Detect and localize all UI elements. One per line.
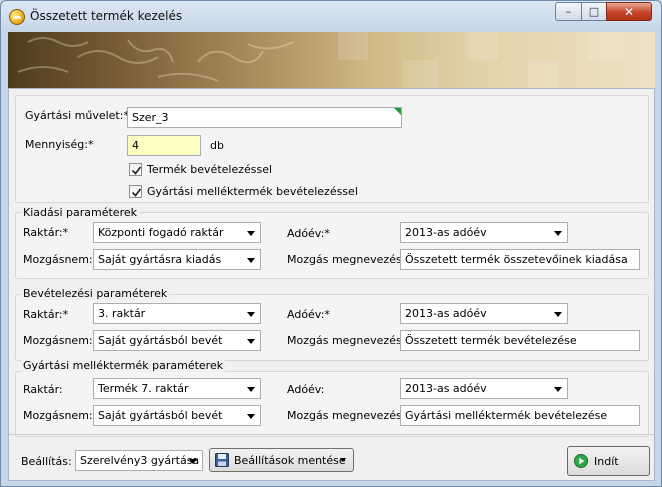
byproduct-movement-value: Saját gyártásból bevét xyxy=(98,409,223,422)
receipt-taxyear-value: 2013-as adóév xyxy=(405,307,487,320)
issue-warehouse-label: Raktár:* xyxy=(23,226,69,239)
receipt-movement-select[interactable]: Saját gyártásból bevét xyxy=(93,330,261,351)
start-label: Indít xyxy=(594,454,619,468)
chevron-down-icon xyxy=(340,458,346,462)
checkmark-icon xyxy=(131,166,142,175)
byproduct-warehouse-label: Raktár: xyxy=(23,383,63,396)
start-button[interactable]: Indít xyxy=(567,446,650,476)
checkbox-box[interactable] xyxy=(129,163,142,176)
dropdown-arrow-icon xyxy=(554,231,562,236)
byproduct-taxyear-select[interactable]: 2013-as adóév xyxy=(400,378,568,399)
quantity-label: Mennyiség:* xyxy=(25,138,94,151)
byproduct-receipt-label: Gyártási melléktermék bevételezéssel xyxy=(147,185,358,198)
issue-params-title: Kiadási paraméterek xyxy=(21,206,139,219)
setting-label: Beállítás: xyxy=(21,455,72,468)
issue-movement-select[interactable]: Saját gyártásra kiadás xyxy=(93,249,261,270)
byproduct-movement-select[interactable]: Saját gyártásból bevét xyxy=(93,405,261,426)
byproduct-params-title: Gyártási melléktermék paraméterek xyxy=(21,359,226,372)
banner-decoration xyxy=(17,32,623,88)
dropdown-arrow-icon xyxy=(554,312,562,317)
quantity-unit: db xyxy=(210,139,224,152)
issue-movement-name-label: Mozgás megnevezése xyxy=(287,253,409,266)
lookup-marker-icon xyxy=(394,108,401,115)
byproduct-warehouse-select[interactable]: Termék 7. raktár xyxy=(93,378,261,399)
receipt-taxyear-select[interactable]: 2013-as adóév xyxy=(400,303,568,324)
dropdown-arrow-icon xyxy=(247,312,255,317)
byproduct-movement-label: Mozgásnem: xyxy=(23,409,93,422)
receipt-movement-name-label: Mozgás megnevezése xyxy=(287,334,409,347)
checkmark-icon xyxy=(131,188,142,197)
title-bar[interactable]: Összetett termék kezelés – □ ✕ xyxy=(1,1,661,31)
client-area: Gyártási művelet:* Szer_3 Mennyiség:* 4 … xyxy=(8,88,655,481)
operation-label: Gyártási művelet:* xyxy=(25,109,129,122)
quantity-input[interactable]: 4 xyxy=(127,135,201,156)
receipt-params-title: Bevételezési paraméterek xyxy=(21,287,170,300)
byproduct-taxyear-label: Adóév: xyxy=(287,383,325,396)
receipt-taxyear-label: Adóév:* xyxy=(287,308,330,321)
dropdown-arrow-icon xyxy=(554,387,562,392)
receipt-warehouse-value: 3. raktár xyxy=(98,307,146,320)
app-window: Összetett termék kezelés – □ ✕ Gyártási … xyxy=(0,0,662,487)
issue-taxyear-label: Adóév:* xyxy=(287,227,330,240)
issue-movement-name-input[interactable]: Összetett termék összetevőinek kiadása xyxy=(400,249,640,270)
save-settings-button[interactable]: Beállítások mentése xyxy=(209,448,354,472)
footer-divider xyxy=(9,434,654,435)
save-settings-label: Beállítások mentése xyxy=(234,453,346,467)
issue-movement-label: Mozgásnem: xyxy=(23,253,93,266)
receipt-movement-label: Mozgásnem: xyxy=(23,334,93,347)
close-button[interactable]: ✕ xyxy=(606,2,652,21)
product-receipt-label: Termék bevételezéssel xyxy=(147,163,273,176)
dropdown-arrow-icon xyxy=(247,387,255,392)
floppy-disk-icon xyxy=(215,453,229,467)
byproduct-movement-name-input[interactable]: Gyártási melléktermék bevételezése xyxy=(400,405,640,426)
dropdown-arrow-icon xyxy=(247,339,255,344)
receipt-movement-name-input[interactable]: Összetett termék bevételezése xyxy=(400,330,640,351)
app-icon xyxy=(9,9,25,25)
receipt-warehouse-label: Raktár:* xyxy=(23,308,69,321)
window-title: Összetett termék kezelés xyxy=(30,9,183,23)
maximize-button[interactable]: □ xyxy=(581,2,607,21)
receipt-movement-value: Saját gyártásból bevét xyxy=(98,334,223,347)
receipt-warehouse-select[interactable]: 3. raktár xyxy=(93,303,261,324)
product-receipt-checkbox[interactable]: Termék bevételezéssel xyxy=(129,163,272,176)
issue-movement-value: Saját gyártásra kiadás xyxy=(98,253,222,266)
setting-select[interactable]: Szerelvény3 gyártása xyxy=(75,450,203,471)
operation-field[interactable]: Szer_3 xyxy=(127,107,402,128)
checkbox-box[interactable] xyxy=(129,185,142,198)
byproduct-receipt-checkbox[interactable]: Gyártási melléktermék bevételezéssel xyxy=(129,185,358,198)
dropdown-arrow-icon xyxy=(247,258,255,263)
setting-value: Szerelvény3 gyártása xyxy=(80,454,200,467)
dropdown-arrow-icon xyxy=(247,414,255,419)
byproduct-warehouse-value: Termék 7. raktár xyxy=(98,382,189,395)
minimize-button[interactable]: – xyxy=(555,2,582,21)
issue-warehouse-value: Központi fogadó raktár xyxy=(98,226,224,239)
header-banner xyxy=(8,32,655,88)
byproduct-movement-name-label: Mozgás megnevezése xyxy=(287,409,409,422)
dropdown-arrow-icon xyxy=(247,231,255,236)
issue-taxyear-select[interactable]: 2013-as adóév xyxy=(400,222,568,243)
operation-value: Szer_3 xyxy=(132,111,169,124)
play-icon xyxy=(574,454,588,468)
issue-warehouse-select[interactable]: Központi fogadó raktár xyxy=(93,222,261,243)
issue-taxyear-value: 2013-as adóév xyxy=(405,226,487,239)
dropdown-arrow-icon xyxy=(189,459,197,464)
byproduct-taxyear-value: 2013-as adóév xyxy=(405,382,487,395)
